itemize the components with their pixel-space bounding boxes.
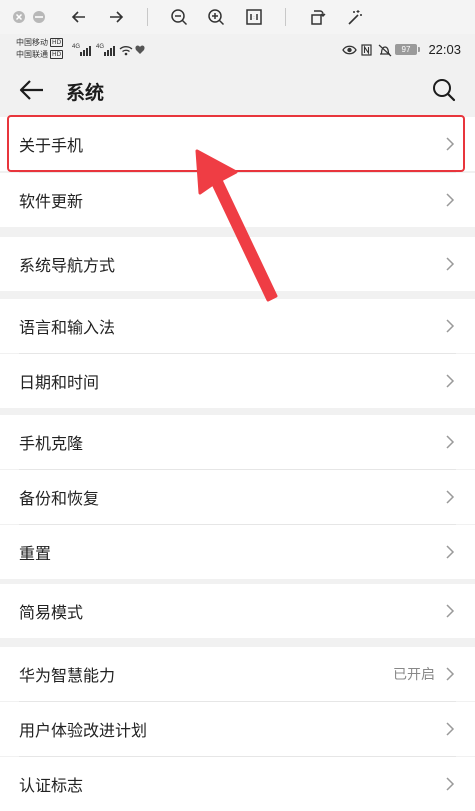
carrier-2-name: 中国联通 [16,50,48,59]
hd-badge: HD [50,38,64,47]
list-item-label: 华为智慧能力 [19,666,116,685]
highlight-box [7,115,465,172]
list-item-label: 重置 [19,544,52,563]
magic-wand-icon[interactable] [343,7,365,27]
list-item-simple-mode[interactable]: 简易模式 [0,584,475,638]
back-arrow-icon[interactable] [18,77,46,103]
carrier-1: 中国移动 HD [16,38,64,48]
list-item-label: 手机克隆 [19,434,84,453]
chevron-right-icon [446,193,455,207]
actual-size-icon[interactable] [243,7,265,27]
chevron-right-icon [446,374,455,388]
list-item-language-input[interactable]: 语言和输入法 [0,299,475,353]
status-time: 22:03 [428,42,461,57]
chevron-right-icon [446,490,455,504]
list-item-label: 软件更新 [19,192,84,211]
chevron-right-icon [446,667,455,681]
zoom-out-icon[interactable] [168,7,190,27]
list-item-date-time[interactable]: 日期和时间 [0,354,475,408]
list-item-phone-clone[interactable]: 手机克隆 [0,415,475,469]
toolbar-separator [285,8,286,26]
close-circle-icon[interactable] [8,7,30,27]
signal-icons: 4G 4G [72,44,145,56]
list-item-huawei-smart[interactable]: 华为智慧能力 已开启 [0,647,475,701]
status-value: 已开启 [393,667,435,683]
chevron-right-icon [446,777,455,791]
chevron-right-icon [446,604,455,618]
chevron-right-icon [446,722,455,736]
chevron-right-icon [446,545,455,559]
list-item-label: 用户体验改进计划 [19,721,148,740]
list-item-backup-restore[interactable]: 备份和恢复 [0,470,475,524]
list-item-label: 认证标志 [19,776,84,795]
list-item-label: 系统导航方式 [19,256,116,275]
hd-badge: HD [50,50,64,59]
list-item-user-experience[interactable]: 用户体验改进计划 [0,702,475,756]
svg-text:4G: 4G [72,44,80,50]
status-bar: 中国移动 HD 中国联通 HD 4G 4G 97 22:03 [0,34,475,64]
block-icon[interactable] [28,7,50,27]
viewer-toolbar [0,0,475,35]
list-item-label: 备份和恢复 [19,489,100,508]
page-title: 系统 [66,82,105,104]
chevron-right-icon [446,319,455,333]
list-item-certification[interactable]: 认证标志 [0,757,475,811]
app-header: 系统 [0,64,475,116]
back-arrow-icon[interactable] [68,7,90,27]
battery-indicator: 97 [395,44,420,55]
svg-text:4G: 4G [96,44,104,50]
toolbar-separator [147,8,148,26]
carrier-2: 中国联通 HD [16,50,64,60]
list-item-label: 语言和输入法 [19,318,116,337]
list-item-label: 简易模式 [19,603,84,622]
chevron-right-icon [446,435,455,449]
chevron-right-icon [446,257,455,271]
list-item-software-update[interactable]: 软件更新 [0,173,475,227]
zoom-in-icon[interactable] [205,7,227,27]
carrier-1-name: 中国移动 [16,38,48,47]
list-item-label: 日期和时间 [19,373,100,392]
search-icon[interactable] [431,77,457,103]
list-item-system-navigation[interactable]: 系统导航方式 [0,237,475,291]
rotate-icon[interactable] [306,7,328,27]
forward-arrow-icon[interactable] [105,7,127,27]
list-item-reset[interactable]: 重置 [0,525,475,579]
